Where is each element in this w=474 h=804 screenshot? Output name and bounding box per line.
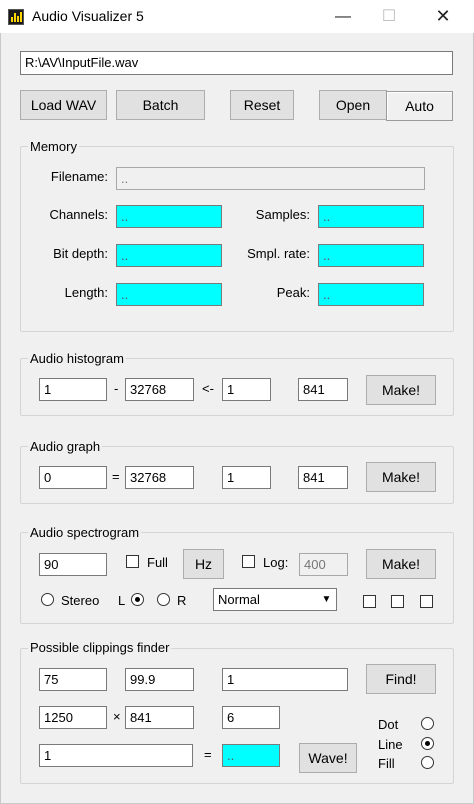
dot-radio[interactable]: [421, 717, 434, 730]
peak-field: ..: [318, 283, 424, 306]
graph-group-title: Audio graph: [28, 439, 103, 454]
histogram-height-input[interactable]: 841: [298, 378, 348, 401]
fill-label: Fill: [378, 756, 395, 771]
line-radio[interactable]: [421, 737, 434, 750]
channels-field: ..: [116, 205, 222, 228]
clip-count-input[interactable]: 1: [222, 668, 348, 691]
open-button[interactable]: Open: [319, 90, 387, 120]
peak-label: Peak:: [276, 285, 310, 300]
full-label: Full: [147, 555, 168, 570]
graph-height-input[interactable]: 841: [298, 466, 348, 489]
load-wav-button[interactable]: Load WAV: [20, 90, 107, 120]
length-label: Length:: [64, 285, 108, 300]
memory-group-title: Memory: [28, 139, 79, 154]
app-logo-icon: [8, 9, 24, 25]
bit-depth-label: Bit depth:: [53, 246, 108, 261]
graph-make-button[interactable]: Make!: [366, 462, 436, 492]
graph-from-input[interactable]: 0: [39, 466, 107, 489]
stereo-radio[interactable]: [41, 593, 54, 606]
sample-rate-label: Smpl. rate:: [247, 246, 310, 261]
filename-label: Filename:: [50, 169, 108, 184]
window-title: Audio Visualizer 5: [32, 8, 144, 24]
clip-width-input[interactable]: 1250: [39, 706, 107, 729]
stereo-label: Stereo: [61, 593, 100, 608]
channels-label: Channels:: [49, 207, 108, 222]
clip-index-input[interactable]: 1: [39, 744, 193, 767]
histogram-to-input[interactable]: 32768: [125, 378, 194, 401]
batch-button[interactable]: Batch: [116, 90, 205, 120]
spectrogram-mode-select[interactable]: Normal ▼: [213, 588, 337, 611]
graph-step-input[interactable]: 1: [222, 466, 271, 489]
samples-label: Samples:: [255, 207, 310, 222]
file-path-input[interactable]: R:\AV\InputFile.wav: [20, 51, 453, 75]
left-channel-radio[interactable]: [131, 593, 144, 606]
spectrogram-mode-value: Normal: [218, 592, 260, 607]
length-field: ..: [116, 283, 222, 306]
bit-depth-field: ..: [116, 244, 222, 267]
dot-label: Dot: [378, 717, 399, 732]
reset-button[interactable]: Reset: [230, 90, 294, 120]
histogram-step-input[interactable]: 1: [222, 378, 271, 401]
spectrogram-make-button[interactable]: Make!: [366, 549, 436, 579]
option-checkbox-3[interactable]: [420, 595, 433, 608]
auto-toggle-button[interactable]: Auto: [386, 91, 453, 121]
clip-result-field: ..: [222, 744, 280, 767]
graph-equals-label: =: [112, 469, 120, 484]
line-label: Line: [378, 737, 403, 752]
option-checkbox-2[interactable]: [391, 595, 404, 608]
find-button[interactable]: Find!: [366, 664, 436, 694]
times-label: ×: [113, 709, 121, 724]
clip-size-input[interactable]: 6: [222, 706, 280, 729]
clip-percent-input[interactable]: 99.9: [125, 668, 194, 691]
clip-equals-label: =: [204, 747, 212, 762]
samples-field: ..: [318, 205, 424, 228]
hz-button[interactable]: Hz: [183, 549, 224, 579]
wave-button[interactable]: Wave!: [299, 743, 357, 773]
right-channel-label: R: [177, 593, 187, 608]
filename-field: ..: [116, 167, 425, 190]
close-button[interactable]: ✕: [420, 0, 466, 33]
full-checkbox[interactable]: [126, 555, 139, 568]
chevron-down-icon: ▼: [321, 594, 332, 605]
graph-to-input[interactable]: 32768: [125, 466, 194, 489]
log-label: Log:: [263, 555, 289, 570]
sample-rate-field: ..: [318, 244, 424, 267]
left-channel-label: L: [118, 593, 126, 608]
histogram-group-title: Audio histogram: [28, 351, 126, 366]
fill-radio[interactable]: [421, 756, 434, 769]
right-channel-radio[interactable]: [157, 593, 170, 606]
histogram-from-input[interactable]: 1: [39, 378, 107, 401]
clippings-group-title: Possible clippings finder: [28, 640, 172, 655]
clip-height-input[interactable]: 841: [125, 706, 194, 729]
histogram-dash-label: -: [114, 381, 119, 396]
clip-threshold-input[interactable]: 75: [39, 668, 107, 691]
log-checkbox[interactable]: [242, 555, 255, 568]
spectrogram-value-input[interactable]: 90: [39, 553, 107, 576]
histogram-arrow-label: <-: [202, 381, 214, 396]
log-value-input: 400: [299, 553, 348, 576]
maximize-button: ☐: [381, 8, 397, 25]
histogram-make-button[interactable]: Make!: [366, 375, 436, 405]
minimize-button[interactable]: —: [320, 0, 366, 33]
spectrogram-group-title: Audio spectrogram: [28, 525, 142, 540]
option-checkbox-1[interactable]: [363, 595, 376, 608]
